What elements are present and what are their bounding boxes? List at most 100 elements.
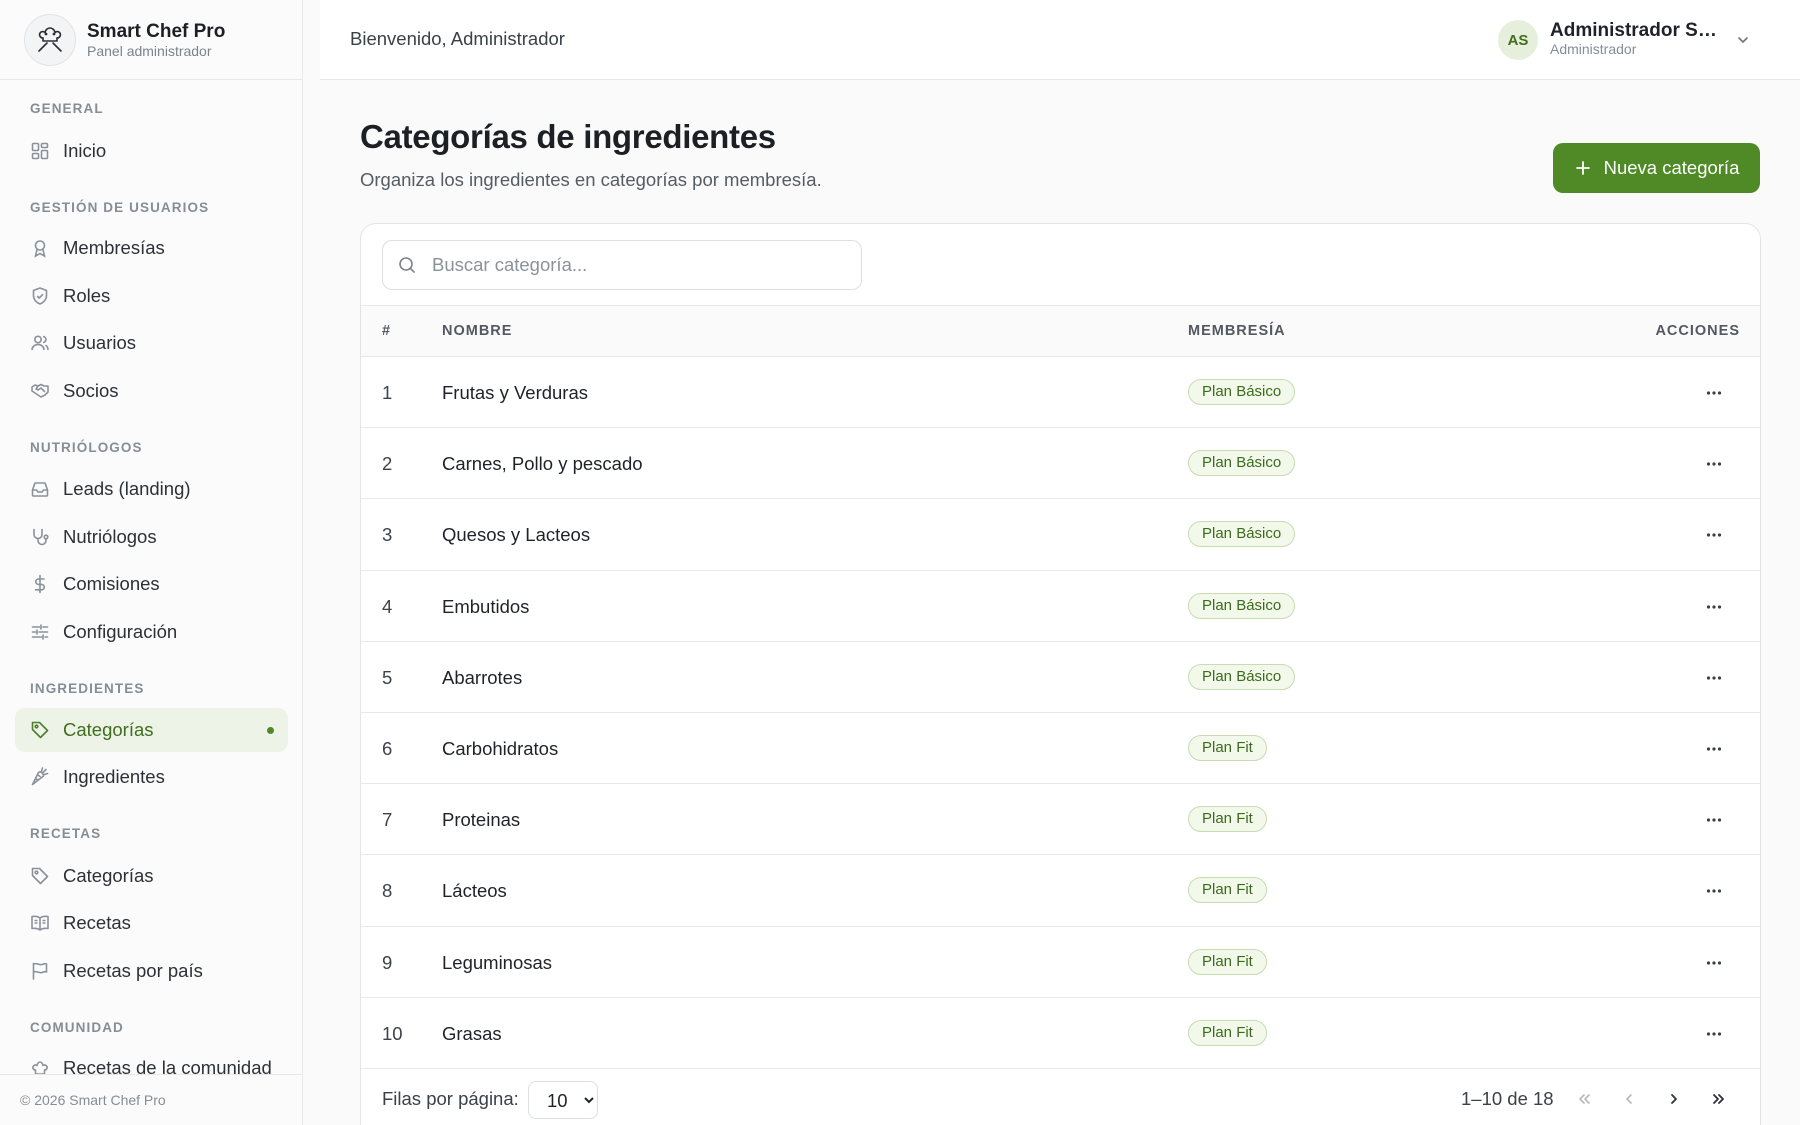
table-row: 7 Proteinas Plan Fit [361,784,1760,856]
sidebar-item-ingredientes[interactable]: Ingredientes [15,755,288,799]
membership-badge: Plan Fit [1188,734,1267,761]
next-page-icon[interactable] [1659,1084,1689,1114]
row-name: Embutidos [442,595,530,617]
new-category-button[interactable]: Nueva categoría [1553,143,1760,193]
more-actions-icon[interactable] [1700,949,1728,977]
user-name[interactable]: Administrador Sm... [1550,20,1722,42]
row-name: Abarrotes [442,666,523,688]
row-number: 7 [382,809,393,831]
tag-icon [30,720,50,740]
sidebar-item-usuarios[interactable]: Usuarios [15,321,288,365]
sliders-icon [30,622,50,642]
sidebar-item-label: Roles [63,285,111,306]
table-row: 5 Abarrotes Plan Básico [361,642,1760,713]
section-label-nutriologos: NUTRIÓLOGOS [30,440,143,455]
column-header-number: # [382,323,392,339]
sidebar-item-socios[interactable]: Socios [15,369,288,413]
pagination-range: 1–10 de 18 [1461,1088,1554,1109]
sidebar-item-label: Comisiones [63,573,160,594]
row-number: 3 [382,524,393,546]
search-field[interactable] [382,240,862,290]
sidebar-item-recetas-comunidad[interactable]: Recetas de la comunidad [15,1046,288,1075]
column-header-membership[interactable]: MEMBRESÍA [1188,323,1286,339]
membership-badge: Plan Básico [1188,450,1296,477]
sidebar-item-label: Recetas por país [63,960,203,981]
membership-badge: Plan Básico [1188,663,1296,690]
inbox-icon [30,479,50,499]
sidebar-item-label: Categorías [63,719,154,740]
table-row: 4 Embutidos Plan Básico [361,571,1760,642]
rows-per-page-label: Filas por página: [382,1088,519,1109]
sidebar-item-configuracion[interactable]: Configuración [15,610,288,654]
sidebar-item-recetas-por-pais[interactable]: Recetas por país [15,949,288,993]
sidebar-item-recetas[interactable]: Recetas [15,901,288,945]
more-actions-icon[interactable] [1700,664,1728,692]
sidebar-item-membresias[interactable]: Membresías [15,226,288,270]
more-actions-icon[interactable] [1700,379,1728,407]
award-icon [30,238,50,258]
membership-badge: Plan Básico [1188,592,1296,619]
more-actions-icon[interactable] [1700,521,1728,549]
table-header: # NOMBRE MEMBRESÍA ACCIONES [361,305,1760,357]
sidebar-item-nutriologos[interactable]: Nutriólogos [15,515,288,559]
avatar[interactable]: AS [1498,20,1538,60]
sidebar-item-label: Nutriólogos [63,526,157,547]
book-open-icon [30,913,50,933]
section-label-comunidad: COMUNIDAD [30,1020,124,1035]
column-header-name[interactable]: NOMBRE [442,323,512,339]
sidebar-item-comisiones[interactable]: Comisiones [15,562,288,606]
rows-per-page-select[interactable]: 10 [528,1081,598,1119]
tag-icon [30,866,50,886]
plus-icon [1574,159,1592,177]
section-label-general: GENERAL [30,101,104,116]
column-header-actions: ACCIONES [1655,323,1740,339]
carrot-icon [30,767,50,787]
more-actions-icon[interactable] [1700,877,1728,905]
previous-page-icon[interactable] [1614,1084,1644,1114]
table-row: 3 Quesos y Lacteos Plan Básico [361,499,1760,571]
brand-header: Smart Chef Pro Panel administrador [0,0,302,80]
topbar: Bienvenido, Administrador AS Administrad… [320,0,1800,80]
section-label-gestion-usuarios: GESTIÓN DE USUARIOS [30,200,210,215]
dollar-icon [30,574,50,594]
row-name: Quesos y Lacteos [442,524,591,546]
row-name: Carbohidratos [442,737,559,759]
row-number: 2 [382,453,393,475]
welcome-text: Bienvenido, Administrador [350,28,565,49]
brand-subtitle: Panel administrador [87,42,212,59]
sidebar-item-categorias-recetas[interactable]: Categorías [15,854,288,898]
membership-badge: Plan Fit [1188,806,1267,833]
table-row: 6 Carbohidratos Plan Fit [361,713,1760,785]
active-indicator [267,727,274,734]
sidebar-item-inicio[interactable]: Inicio [15,129,288,173]
table-row: 9 Leguminosas Plan Fit [361,927,1760,998]
row-name: Carnes, Pollo y pescado [442,453,643,475]
more-actions-icon[interactable] [1700,735,1728,763]
new-category-label: Nueva categoría [1603,157,1740,178]
page-subtitle: Organiza los ingredientes en categorías … [360,169,822,190]
sidebar-item-categorias-ingredientes[interactable]: Categorías [15,708,288,752]
chef-hat-icon [30,1058,50,1075]
sidebar-item-roles[interactable]: Roles [15,274,288,318]
sidebar-item-label: Ingredientes [63,766,165,787]
last-page-icon[interactable] [1704,1084,1734,1114]
row-name: Frutas y Verduras [442,382,589,403]
search-input[interactable] [432,254,852,276]
first-page-icon[interactable] [1569,1084,1599,1114]
page-title: Categorías de ingredientes [360,118,776,155]
more-actions-icon[interactable] [1700,806,1728,834]
membership-badge: Plan Básico [1188,379,1296,405]
sidebar-nav: GENERAL Inicio GESTIÓN DE USUARIOS Membr… [0,80,302,1075]
row-number: 4 [382,595,393,617]
sidebar-item-label: Categorías [63,865,154,886]
membership-badge: Plan Básico [1188,521,1296,548]
chevron-down-icon[interactable] [1735,32,1751,48]
sidebar-item-label: Inicio [63,140,107,161]
more-actions-icon[interactable] [1700,593,1728,621]
more-actions-icon[interactable] [1700,450,1728,478]
sidebar-item-leads[interactable]: Leads (landing) [15,467,288,511]
sidebar-item-label: Configuración [63,621,178,642]
more-actions-icon[interactable] [1700,1020,1728,1048]
section-label-recetas: RECETAS [30,826,102,841]
sidebar-footer: © 2026 Smart Chef Pro [0,1074,302,1125]
